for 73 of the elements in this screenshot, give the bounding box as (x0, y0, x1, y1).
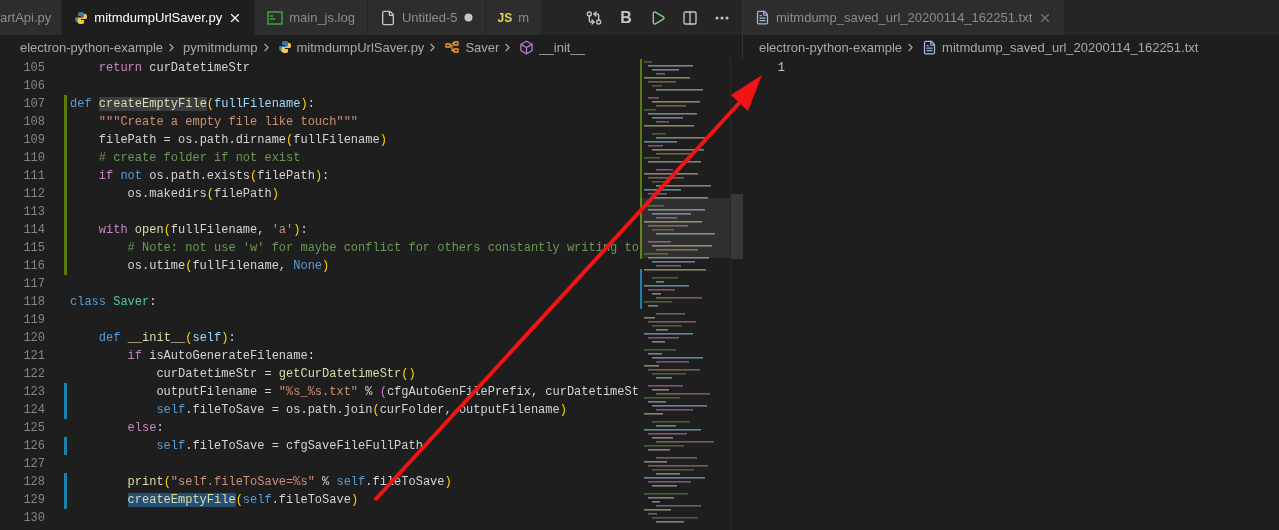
line-number: 117 (22, 277, 45, 291)
code-line: def createEmptyFile(fullFilename): (70, 97, 315, 111)
line-number: 109 (22, 133, 45, 147)
code-line: curDatetimeStr = getCurDatetimeStr() (155, 367, 416, 381)
line-number: 124 (22, 403, 45, 417)
editor-tab[interactable]: mitmdumpUrlSaver.py (62, 0, 256, 35)
split-icon (682, 9, 698, 26)
python-icon (277, 40, 292, 54)
method-cube-icon (519, 39, 535, 55)
line-number: 126 (22, 439, 45, 453)
line-number: 123 (22, 385, 45, 399)
code-line: # create folder if not exist (97, 151, 301, 165)
editor-tab[interactable]: JS m (485, 0, 543, 35)
code-line: createEmptyFile(self.fileToSave) (126, 493, 359, 507)
code-line: self.fileToSave = cfgSaveFileFullPath (155, 439, 423, 453)
breadcrumb-item[interactable]: mitmdumpUrlSaver.py (296, 39, 425, 55)
line-number: 125 (22, 421, 45, 435)
code-line: self.fileToSave = os.path.join(curFolder, outputFilename) (155, 403, 567, 417)
code-line: """Create a empty file like touch""" (97, 115, 359, 129)
more-icon (715, 15, 729, 20)
bold-button[interactable]: B (612, 3, 640, 32)
unsaved-dot-icon (463, 13, 473, 22)
class-symbol-icon (444, 40, 461, 54)
line-number: 115 (22, 241, 45, 255)
line-number: 105 (22, 61, 45, 75)
breadcrumb-item[interactable]: mitmdump_saved_url_20200114_162251.txt (942, 39, 1199, 55)
line-number: 1 (776, 61, 785, 75)
text-file-icon (755, 10, 770, 25)
breadcrumb-item[interactable]: pymitmdump (183, 39, 258, 55)
line-number: 106 (22, 79, 45, 93)
breadcrumb-item[interactable]: electron-python-example (20, 39, 164, 55)
line-number: 113 (22, 205, 45, 219)
line-number: 121 (22, 349, 45, 363)
code-line: else: (126, 421, 164, 435)
scrollbar-thumb[interactable] (731, 194, 743, 259)
line-number: 128 (22, 475, 45, 489)
log-file-icon (267, 10, 284, 25)
python-icon (74, 10, 89, 25)
editor-tab[interactable]: artApi.py (0, 0, 63, 35)
line-number: 107 (22, 97, 45, 111)
line-number: 122 (22, 367, 45, 381)
code-line: def __init__(self): (97, 331, 236, 345)
code-line: if isAutoGenerateFilename: (126, 349, 315, 363)
line-number: 108 (22, 115, 45, 129)
code-line: os.makedirs(filePath) (126, 187, 279, 201)
js-file-icon: JS (497, 10, 513, 25)
code-line: class Saver: (70, 295, 157, 309)
compare-icon (586, 9, 602, 26)
code-line: filePath = os.path.dirname(fullFilename) (97, 133, 387, 147)
code-line: os.utime(fullFilename, None) (126, 259, 330, 273)
line-number: 118 (22, 295, 45, 309)
code-line: return curDatetimeStr (97, 61, 251, 75)
line-number: 111 (22, 169, 45, 183)
line-number: 119 (22, 313, 45, 327)
code-line: if not os.path.exists(filePath): (97, 169, 330, 183)
file-icon (379, 9, 396, 26)
line-number: 130 (22, 511, 45, 525)
line-number: 120 (22, 331, 45, 345)
breadcrumb-item[interactable]: Saver (465, 39, 500, 55)
editor-tab[interactable]: Untitled-5 (367, 0, 486, 35)
breadcrumb-item[interactable]: __init__ (539, 39, 585, 55)
line-number: 110 (22, 151, 45, 165)
text-file-icon (922, 39, 938, 55)
breadcrumb-item[interactable]: electron-python-example (759, 39, 903, 55)
line-number: 127 (22, 457, 45, 471)
editor-tab[interactable]: mitmdump_saved_url_20200114_162251.txt (743, 0, 1066, 35)
editor-tab[interactable]: main_js.log (255, 0, 368, 35)
line-number: 116 (22, 259, 45, 273)
code-line: with open(fullFilename, 'a'): (97, 223, 308, 237)
line-number: 114 (22, 223, 45, 237)
line-number: 112 (22, 187, 45, 201)
play-icon (650, 9, 666, 26)
line-number: 129 (22, 493, 45, 507)
